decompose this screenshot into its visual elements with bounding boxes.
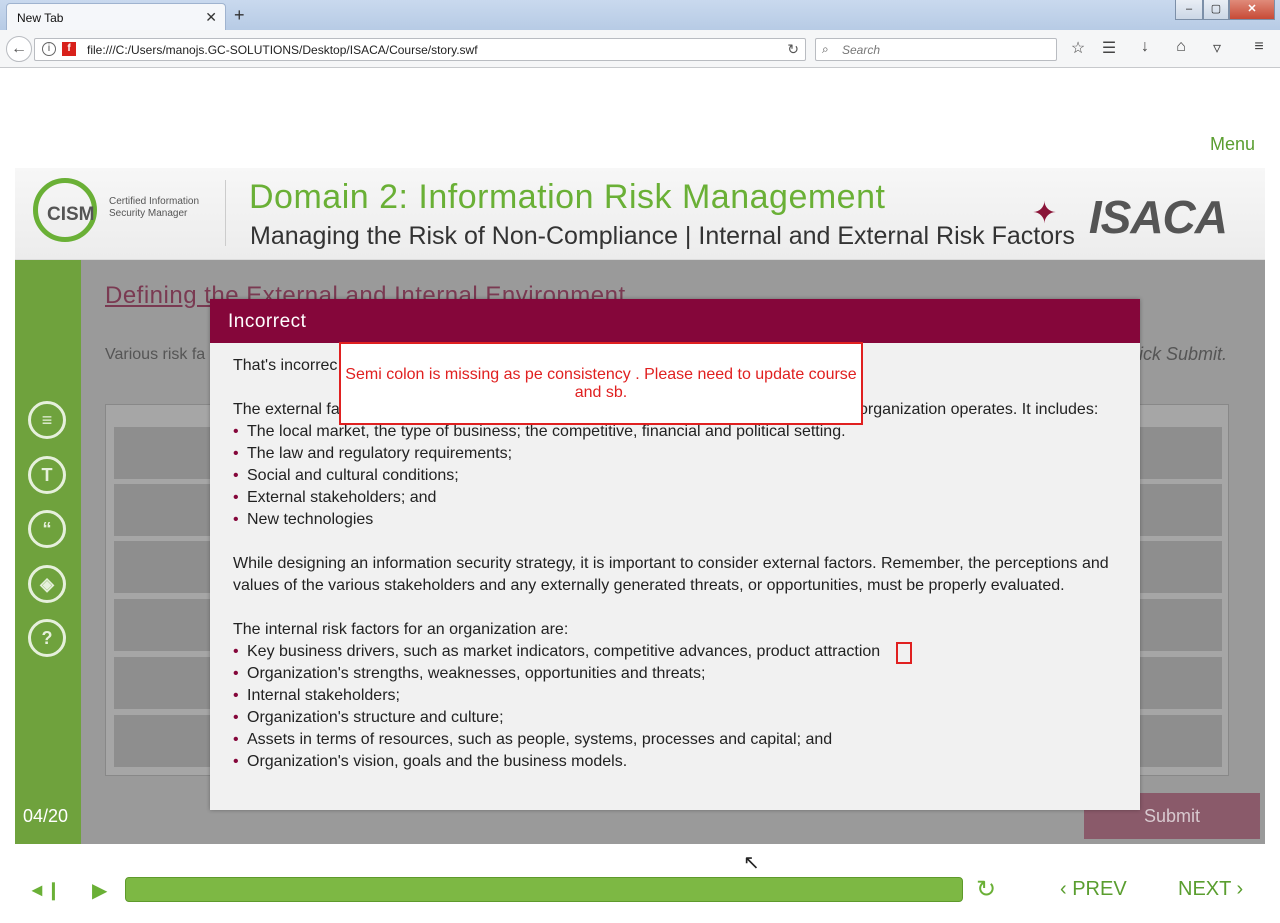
tab-close-icon[interactable]: ✕ <box>205 9 217 26</box>
cism-subtitle-line-2: Security Manager <box>109 208 188 219</box>
reading-list-icon[interactable]: ☰ <box>1097 38 1121 58</box>
prev-button[interactable]: ‹ PREV <box>1060 878 1127 901</box>
info-icon[interactable]: i <box>42 42 56 56</box>
list-item: New technologies <box>233 509 1123 531</box>
list-item: Organization's strengths, weaknesses, op… <box>233 663 1123 685</box>
mouse-cursor-icon: ↖ <box>743 852 760 874</box>
window-close-button[interactable]: ✕ <box>1229 0 1275 20</box>
back-icon[interactable]: ← <box>6 36 32 62</box>
volume-icon[interactable]: ◄❙ <box>28 880 61 901</box>
isaca-star-icon: ✦ <box>1031 197 1057 230</box>
replay-icon[interactable]: ↻ <box>976 875 996 904</box>
new-tab-button[interactable]: + <box>234 5 245 26</box>
list-item: Organization's structure and culture; <box>233 707 1123 729</box>
bookmark-star-icon[interactable]: ☆ <box>1066 38 1090 58</box>
list-item: Key business drivers, such as market ind… <box>233 641 1123 663</box>
annotation-highlight-box <box>896 642 912 664</box>
url-bar[interactable]: i f file:///C:/Users/manojs.GC-SOLUTIONS… <box>34 38 806 61</box>
player-controls: ◄❙ ▶ ↻ ‹ PREV NEXT › <box>0 858 1280 923</box>
page-counter: 04/20 <box>23 806 69 826</box>
search-input[interactable]: ⌕ Search <box>815 38 1057 61</box>
browser-tab[interactable]: New Tab ✕ <box>6 3 226 30</box>
cism-subtitle-line-1: Certified Information <box>109 196 200 207</box>
next-button[interactable]: NEXT › <box>1178 878 1243 901</box>
course-menu-link[interactable]: Menu <box>1210 134 1255 155</box>
list-item: External stakeholders; and <box>233 487 1123 509</box>
search-icon: ⌕ <box>822 42 829 56</box>
review-annotation: Semi colon is missing as pe consistency … <box>339 342 863 425</box>
slide-intro: Various risk fa <box>105 346 206 363</box>
cism-logo-text: CISM <box>47 204 95 225</box>
search-placeholder: Search <box>842 43 881 57</box>
browser-titlebar: New Tab ✕ + – ▢ ✕ <box>0 0 1280 30</box>
header-divider <box>225 180 226 246</box>
prev-label: PREV <box>1072 878 1127 900</box>
list-item: Social and cultural conditions; <box>233 465 1123 487</box>
minimize-button[interactable]: – <box>1175 0 1203 20</box>
notes-icon[interactable]: ≡ <box>28 401 66 439</box>
course-header: CISM Certified Information Security Mana… <box>15 168 1265 260</box>
next-label: NEXT <box>1178 878 1231 900</box>
list-item: Assets in terms of resources, such as pe… <box>233 729 1123 751</box>
progress-bar[interactable] <box>125 877 963 902</box>
isaca-logo: ISACA <box>1088 191 1228 243</box>
tab-title: New Tab <box>17 11 64 25</box>
maximize-button[interactable]: ▢ <box>1203 0 1229 20</box>
modal-title: Incorrect <box>228 311 307 332</box>
download-icon[interactable]: ↓ <box>1133 38 1157 56</box>
transcript-icon[interactable]: T <box>28 456 66 494</box>
slide-intro-right: ick Submit. <box>1138 344 1227 364</box>
quote-icon[interactable]: “ <box>28 510 66 548</box>
help-icon[interactable]: ? <box>28 619 66 657</box>
cism-logo-subtitle: Certified Information Security Manager <box>109 196 219 220</box>
course-sidebar: ≡ T “ ◈ ? 04/20 <box>15 260 81 844</box>
resources-icon[interactable]: ◈ <box>28 565 66 603</box>
list-item: The law and regulatory requirements; <box>233 443 1123 465</box>
url-text: file:///C:/Users/manojs.GC-SOLUTIONS/Des… <box>87 43 478 57</box>
domain-subtitle: Managing the Risk of Non-Compliance | In… <box>250 222 1075 250</box>
list-item: Internal stakeholders; <box>233 685 1123 707</box>
domain-title: Domain 2: Information Risk Management <box>249 178 886 216</box>
external-intro-end: organization operates. It includes: <box>859 401 1099 418</box>
flash-plugin-icon[interactable]: f <box>62 42 76 56</box>
external-intro-start: The external fa <box>233 401 340 418</box>
home-icon[interactable]: ⌂ <box>1169 38 1193 56</box>
play-icon[interactable]: ▶ <box>92 878 107 903</box>
internal-intro: The internal risk factors for an organiz… <box>233 621 569 638</box>
pocket-icon[interactable]: ▿ <box>1205 38 1229 58</box>
strategy-paragraph: While designing an information security … <box>233 555 1109 594</box>
hamburger-menu-icon[interactable]: ≡ <box>1247 38 1271 56</box>
reload-icon[interactable]: ↻ <box>787 41 799 58</box>
modal-header: Incorrect <box>210 299 1140 343</box>
list-item: Organization's vision, goals and the bus… <box>233 751 1123 773</box>
browser-navbar: ← i f file:///C:/Users/manojs.GC-SOLUTIO… <box>0 30 1280 68</box>
